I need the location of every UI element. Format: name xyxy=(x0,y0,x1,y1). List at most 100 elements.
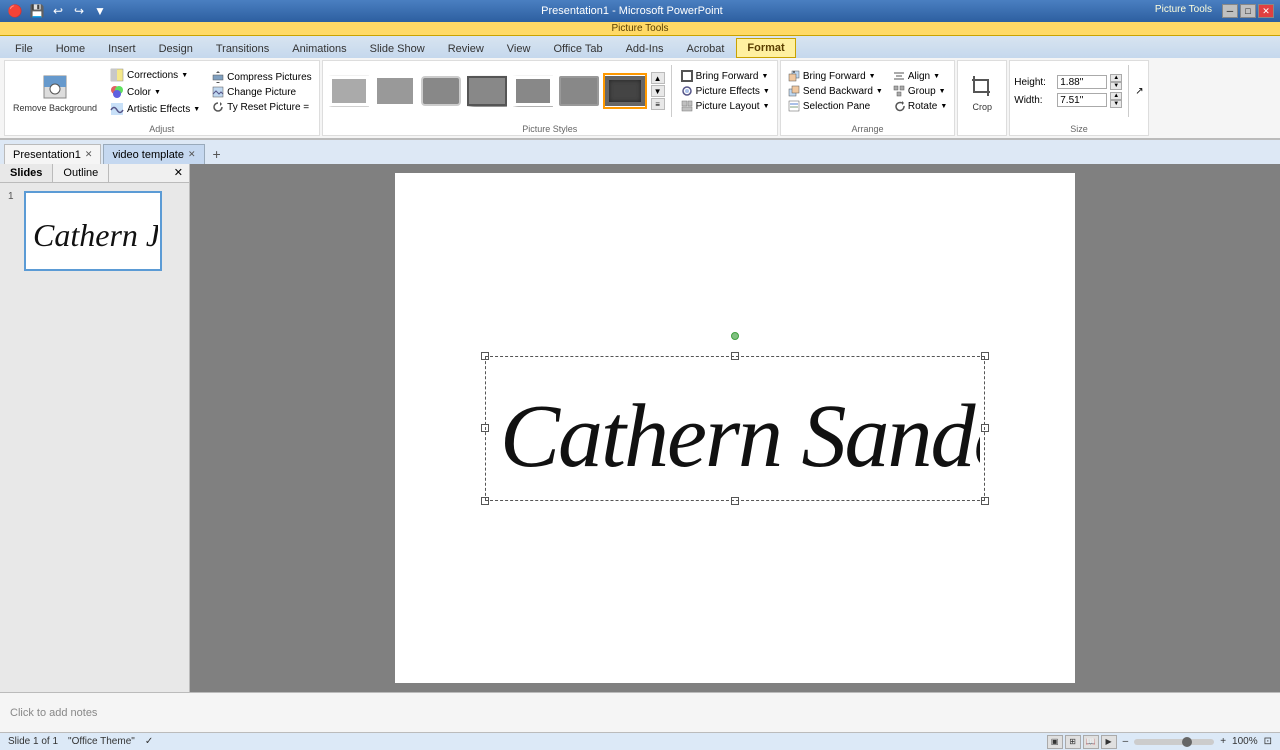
picture-effects-icon xyxy=(681,85,693,97)
tab-review[interactable]: Review xyxy=(437,38,495,58)
redo-btn[interactable]: ↪ xyxy=(70,2,88,20)
align-label: Align xyxy=(908,71,930,82)
gallery-more[interactable]: ≡ xyxy=(651,98,665,110)
slideshow-btn[interactable]: ▶ xyxy=(1101,735,1117,749)
artistic-btn[interactable]: Artistic Effects ▼ xyxy=(107,101,203,117)
tab-insert[interactable]: Insert xyxy=(97,38,147,58)
maximize-btn[interactable]: □ xyxy=(1240,4,1256,18)
tab-acrobat[interactable]: Acrobat xyxy=(675,38,735,58)
tab-transitions[interactable]: Transitions xyxy=(205,38,280,58)
color-btn[interactable]: Color ▼ xyxy=(107,84,203,100)
rotate-btn[interactable]: Rotate ▼ xyxy=(890,99,950,113)
style-item-4[interactable] xyxy=(465,73,509,109)
tab-slideshow[interactable]: Slide Show xyxy=(359,38,436,58)
width-spin-down[interactable]: ▼ xyxy=(1110,100,1122,108)
send-backward-btn[interactable]: Send Backward ▼ xyxy=(785,84,886,98)
slide-thumbnail-1[interactable]: Cathern Janders Reach xyxy=(24,191,162,271)
zoom-thumb[interactable] xyxy=(1182,737,1192,747)
doc-tab-close-2[interactable]: ✕ xyxy=(188,149,196,160)
style-item-3[interactable] xyxy=(419,73,463,109)
fit-window-btn[interactable]: ⊡ xyxy=(1264,736,1272,747)
tab-format[interactable]: Format xyxy=(736,38,795,58)
picture-layout-arrow: ▼ xyxy=(763,103,770,110)
bring-forward-btn[interactable]: Bring Forward ▼ xyxy=(785,69,886,83)
minimize-btn[interactable]: ─ xyxy=(1222,4,1238,18)
rotation-handle[interactable] xyxy=(731,332,739,340)
corrections-btn[interactable]: Corrections ▼ xyxy=(107,67,203,83)
undo-btn[interactable]: ↩ xyxy=(49,2,67,20)
arrange-group: Bring Forward ▼ Send Backward ▼ Selectio… xyxy=(780,60,955,136)
zoom-slider[interactable] xyxy=(1134,739,1214,745)
picture-layout-btn[interactable]: Picture Layout ▼ xyxy=(678,99,773,113)
doc-tab-presentation1[interactable]: Presentation1 ✕ xyxy=(4,144,101,164)
outline-tab[interactable]: Outline xyxy=(53,164,109,182)
reset-picture-btn[interactable]: Ty Reset Picture = xyxy=(209,100,314,114)
slide-canvas[interactable]: Cathern Sanders Reach xyxy=(395,173,1075,683)
height-input[interactable] xyxy=(1057,75,1107,89)
selected-image[interactable]: Cathern Sanders Reach xyxy=(485,356,985,501)
reset-picture-icon xyxy=(212,101,224,113)
bring-forward-label: Bring Forward xyxy=(803,71,866,82)
height-label: Height: xyxy=(1014,77,1054,88)
picture-border-arrow: ▼ xyxy=(761,73,768,80)
height-spin-down[interactable]: ▼ xyxy=(1110,82,1122,90)
change-picture-label: Change Picture xyxy=(227,87,296,98)
normal-view-btn[interactable]: ▣ xyxy=(1047,735,1063,749)
save-btn[interactable]: 💾 xyxy=(28,2,46,20)
tab-file[interactable]: File xyxy=(4,38,44,58)
group-arrow: ▼ xyxy=(939,88,946,95)
picture-layout-icon xyxy=(681,100,693,112)
style-item-2[interactable] xyxy=(373,73,417,109)
style-item-5[interactable] xyxy=(511,73,555,109)
slides-panel: Slides Outline ✕ 1 Cathern Janders Reach xyxy=(0,164,190,692)
tab-addins[interactable]: Add-Ins xyxy=(615,38,675,58)
tab-officetab[interactable]: Office Tab xyxy=(542,38,613,58)
tab-view[interactable]: View xyxy=(496,38,542,58)
zoom-in-btn[interactable]: + xyxy=(1220,736,1226,747)
compress-btn[interactable]: Compress Pictures xyxy=(209,70,314,84)
remove-background-btn[interactable]: Remove Background xyxy=(9,69,101,115)
doc-tab-videotemplate[interactable]: video template ✕ xyxy=(103,144,204,164)
size-expand[interactable]: ↗ xyxy=(1135,86,1143,97)
slide-info: Slide 1 of 1 xyxy=(8,736,58,747)
align-btn[interactable]: Align ▼ xyxy=(890,69,950,83)
gallery-scroll-up[interactable]: ▲ xyxy=(651,72,665,84)
doc-tab-close-1[interactable]: ✕ xyxy=(85,149,93,160)
size-group: Height: ▲ ▼ Width: ▲ ▼ ↗ xyxy=(1009,60,1148,136)
slides-tab[interactable]: Slides xyxy=(0,164,53,182)
remove-background-label: Remove Background xyxy=(13,103,97,113)
svg-text:Cathern Janders Reach: Cathern Janders Reach xyxy=(33,217,158,253)
style-item-1[interactable] xyxy=(327,73,371,109)
crop-btn[interactable]: Crop xyxy=(962,68,1002,114)
height-row: Height: ▲ ▼ xyxy=(1014,74,1122,90)
style-item-7[interactable] xyxy=(603,73,647,109)
change-picture-btn[interactable]: Change Picture xyxy=(209,85,314,99)
width-input[interactable] xyxy=(1057,93,1107,107)
app-icon: 🔴 xyxy=(6,2,24,20)
tab-design[interactable]: Design xyxy=(148,38,204,58)
height-spin-up[interactable]: ▲ xyxy=(1110,74,1122,82)
width-label: Width: xyxy=(1014,95,1054,106)
notes-area[interactable]: Click to add notes xyxy=(0,692,1280,732)
width-spin-up[interactable]: ▲ xyxy=(1110,92,1122,100)
change-picture-icon xyxy=(212,86,224,98)
rotate-arrow: ▼ xyxy=(940,103,947,110)
new-tab-btn[interactable]: + xyxy=(207,144,227,164)
slides-panel-close[interactable]: ✕ xyxy=(168,164,189,182)
selection-pane-btn[interactable]: Selection Pane xyxy=(785,99,886,113)
picture-border-btn[interactable]: Bring Forward ▼ xyxy=(678,69,773,83)
zoom-out-btn[interactable]: – xyxy=(1123,736,1129,747)
style-item-6[interactable] xyxy=(557,73,601,109)
close-btn[interactable]: ✕ xyxy=(1258,4,1274,18)
group-btn[interactable]: Group ▼ xyxy=(890,84,950,98)
picture-styles-group: ▲ ▼ ≡ Bring Forward ▼ Picture Effects ▼ xyxy=(322,60,778,136)
check-icon[interactable]: ✓ xyxy=(145,736,153,747)
slide-sorter-btn[interactable]: ⊞ xyxy=(1065,735,1081,749)
reading-view-btn[interactable]: 📖 xyxy=(1083,735,1099,749)
gallery-scroll-down[interactable]: ▼ xyxy=(651,85,665,97)
status-bar: Slide 1 of 1 "Office Theme" ✓ ▣ ⊞ 📖 ▶ – … xyxy=(0,732,1280,750)
qa-dropdown[interactable]: ▼ xyxy=(91,2,109,20)
picture-effects-btn[interactable]: Picture Effects ▼ xyxy=(678,84,773,98)
tab-home[interactable]: Home xyxy=(45,38,96,58)
tab-animations[interactable]: Animations xyxy=(281,38,357,58)
